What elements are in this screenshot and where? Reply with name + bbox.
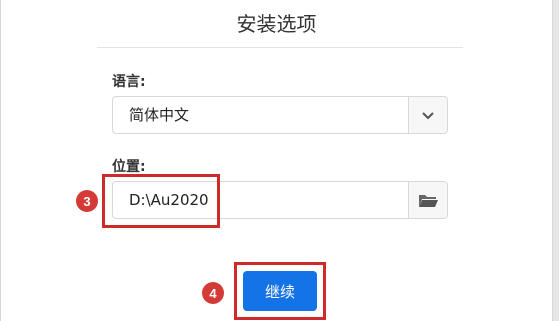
language-label: 语言: (112, 74, 146, 90)
chevron-down-icon (422, 111, 434, 119)
title-divider (97, 47, 463, 48)
folder-icon (419, 194, 438, 207)
step-3-badge: 3 (76, 190, 98, 212)
language-select[interactable]: 简体中文 (112, 96, 448, 134)
continue-button[interactable]: 继续 (243, 271, 317, 311)
language-dropdown-button[interactable] (408, 97, 447, 133)
step-4-badge: 4 (202, 282, 224, 304)
language-value: 简体中文 (129, 106, 190, 124)
install-options-panel: 安装选项 语言: 简体中文 位置: D:\Au2020 3 4 继续 (0, 0, 553, 321)
location-highlight-box (102, 174, 220, 228)
location-label: 位置: (112, 159, 146, 175)
browse-folder-button[interactable] (408, 182, 447, 218)
dialog-title: 安装选项 (236, 12, 317, 36)
